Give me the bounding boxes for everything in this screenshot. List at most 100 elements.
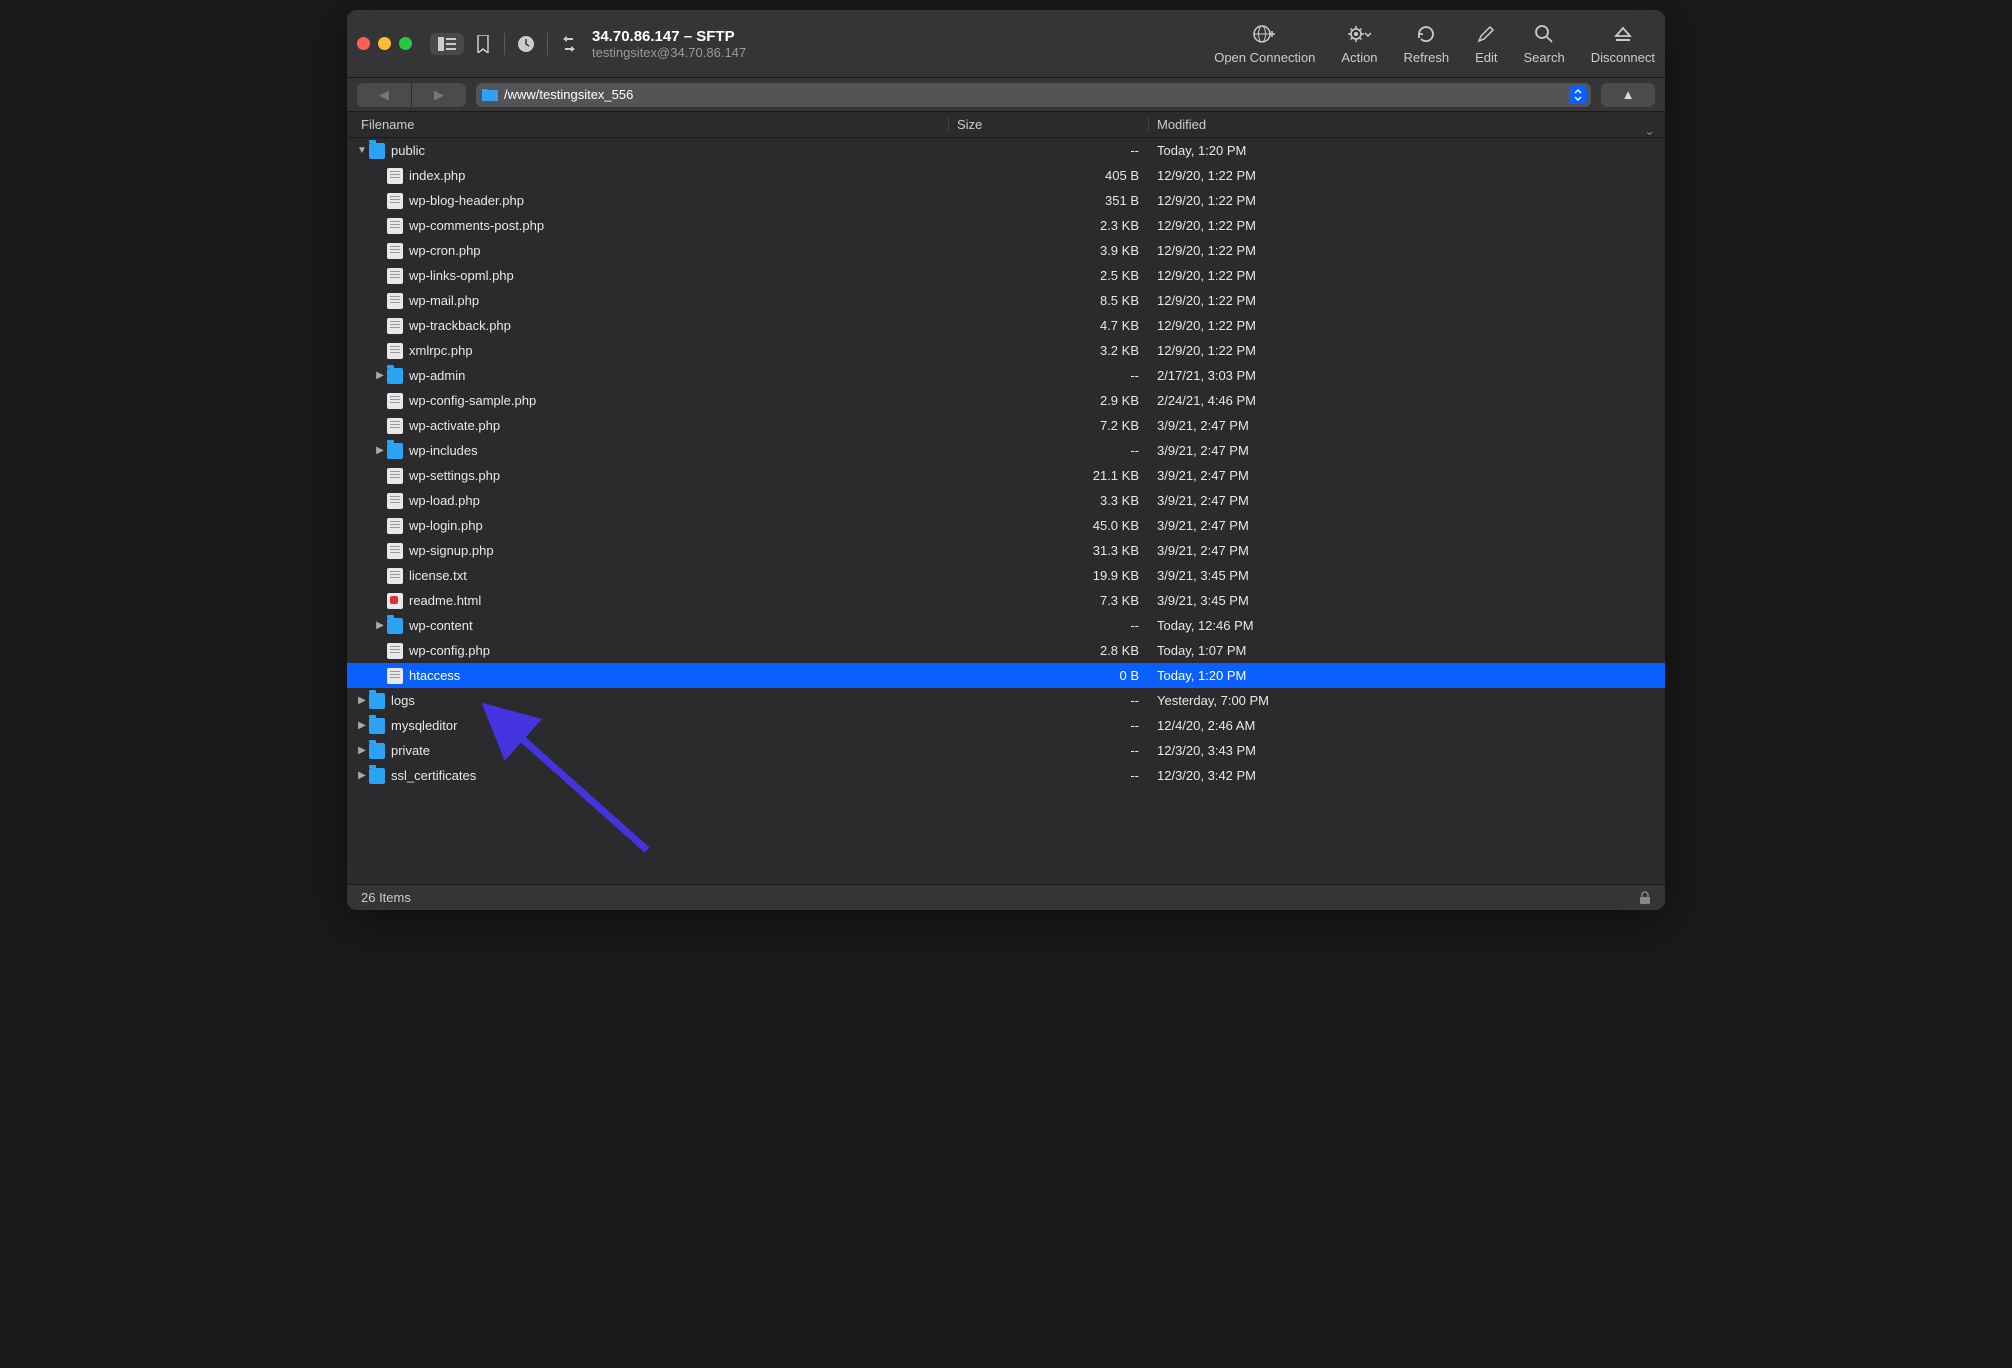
bookmarks-toggle[interactable] bbox=[430, 33, 464, 55]
file-icon bbox=[387, 343, 403, 359]
file-row[interactable]: ▶wp-content--Today, 12:46 PM bbox=[347, 613, 1665, 638]
file-row[interactable]: ▼public--Today, 1:20 PM bbox=[347, 138, 1665, 163]
folder-icon bbox=[369, 693, 385, 709]
file-name: wp-mail.php bbox=[409, 293, 479, 308]
file-list[interactable]: ▼public--Today, 1:20 PMindex.php405 B12/… bbox=[347, 138, 1665, 884]
file-name: xmlrpc.php bbox=[409, 343, 473, 358]
file-modified: 3/9/21, 2:47 PM bbox=[1149, 493, 1665, 508]
disclosure-triangle[interactable]: ▶ bbox=[355, 695, 369, 706]
go-up-button[interactable]: ▲ bbox=[1601, 83, 1655, 107]
toolbar-divider bbox=[504, 33, 505, 55]
file-row[interactable]: wp-blog-header.php351 B12/9/20, 1:22 PM bbox=[347, 188, 1665, 213]
file-row[interactable]: wp-cron.php3.9 KB12/9/20, 1:22 PM bbox=[347, 238, 1665, 263]
file-row[interactable]: wp-signup.php31.3 KB3/9/21, 2:47 PM bbox=[347, 538, 1665, 563]
file-modified: 12/3/20, 3:43 PM bbox=[1149, 743, 1665, 758]
file-row[interactable]: wp-trackback.php4.7 KB12/9/20, 1:22 PM bbox=[347, 313, 1665, 338]
file-size: 3.2 KB bbox=[949, 343, 1149, 358]
file-row[interactable]: wp-mail.php8.5 KB12/9/20, 1:22 PM bbox=[347, 288, 1665, 313]
file-name: wp-includes bbox=[409, 443, 478, 458]
search-button[interactable]: Search bbox=[1523, 22, 1564, 65]
file-row[interactable]: ▶logs--Yesterday, 7:00 PM bbox=[347, 688, 1665, 713]
file-row[interactable]: xmlrpc.php3.2 KB12/9/20, 1:22 PM bbox=[347, 338, 1665, 363]
folder-icon bbox=[482, 89, 498, 101]
window-title: 34.70.86.147 – SFTP bbox=[592, 28, 746, 45]
file-icon bbox=[387, 268, 403, 284]
file-size: -- bbox=[949, 443, 1149, 458]
close-window-button[interactable] bbox=[357, 37, 370, 50]
file-row[interactable]: wp-links-opml.php2.5 KB12/9/20, 1:22 PM bbox=[347, 263, 1665, 288]
disclosure-triangle[interactable]: ▼ bbox=[355, 145, 369, 156]
file-name: wp-signup.php bbox=[409, 543, 494, 558]
disclosure-triangle[interactable]: ▶ bbox=[373, 620, 387, 631]
refresh-button[interactable]: Refresh bbox=[1404, 22, 1450, 65]
file-size: 2.5 KB bbox=[949, 268, 1149, 283]
file-name: license.txt bbox=[409, 568, 467, 583]
path-dropdown-button[interactable] bbox=[1569, 86, 1587, 104]
file-size: -- bbox=[949, 743, 1149, 758]
file-name: private bbox=[391, 743, 430, 758]
action-button[interactable]: Action bbox=[1341, 22, 1377, 65]
column-header-modified[interactable]: Modified ⌄ bbox=[1149, 117, 1665, 132]
file-icon bbox=[387, 293, 403, 309]
file-size: -- bbox=[949, 718, 1149, 733]
open-connection-button[interactable]: Open Connection bbox=[1214, 22, 1315, 65]
lock-icon bbox=[1639, 891, 1651, 905]
file-modified: 12/9/20, 1:22 PM bbox=[1149, 293, 1665, 308]
file-modified: 3/9/21, 2:47 PM bbox=[1149, 468, 1665, 483]
maximize-window-button[interactable] bbox=[399, 37, 412, 50]
title-block: 34.70.86.147 – SFTP testingsitex@34.70.8… bbox=[592, 28, 746, 60]
minimize-window-button[interactable] bbox=[378, 37, 391, 50]
path-field[interactable]: /www/testingsitex_556 bbox=[476, 83, 1591, 107]
file-size: 21.1 KB bbox=[949, 468, 1149, 483]
disclosure-triangle[interactable]: ▶ bbox=[355, 770, 369, 781]
file-row[interactable]: ▶wp-includes--3/9/21, 2:47 PM bbox=[347, 438, 1665, 463]
file-row[interactable]: ▶ private --12/3/20, 3:43 PM bbox=[347, 738, 1665, 763]
file-name: readme.html bbox=[409, 593, 481, 608]
file-row[interactable]: wp-activate.php7.2 KB3/9/21, 2:47 PM bbox=[347, 413, 1665, 438]
file-size: 45.0 KB bbox=[949, 518, 1149, 533]
disclosure-triangle[interactable]: ▶ bbox=[355, 745, 369, 756]
column-header-size[interactable]: Size bbox=[949, 117, 1149, 132]
disclosure-triangle[interactable]: ▶ bbox=[373, 370, 387, 381]
disclosure-triangle[interactable]: ▶ bbox=[355, 720, 369, 731]
file-row[interactable]: wp-login.php45.0 KB3/9/21, 2:47 PM bbox=[347, 513, 1665, 538]
file-size: 3.9 KB bbox=[949, 243, 1149, 258]
edit-button[interactable]: Edit bbox=[1475, 22, 1497, 65]
disconnect-button[interactable]: Disconnect bbox=[1591, 22, 1655, 65]
file-modified: Today, 12:46 PM bbox=[1149, 618, 1665, 633]
file-name: mysqleditor bbox=[391, 718, 457, 733]
bookmark-icon[interactable] bbox=[470, 31, 496, 57]
file-row[interactable]: wp-settings.php21.1 KB3/9/21, 2:47 PM bbox=[347, 463, 1665, 488]
folder-icon bbox=[387, 443, 403, 459]
file-size: 7.3 KB bbox=[949, 593, 1149, 608]
file-row[interactable]: index.php405 B12/9/20, 1:22 PM bbox=[347, 163, 1665, 188]
file-row[interactable]: wp-comments-post.php2.3 KB12/9/20, 1:22 … bbox=[347, 213, 1665, 238]
history-icon[interactable] bbox=[513, 31, 539, 57]
file-row[interactable]: ▶ssl_certificates--12/3/20, 3:42 PM bbox=[347, 763, 1665, 788]
file-modified: Yesterday, 7:00 PM bbox=[1149, 693, 1665, 708]
nav-row: ◀ ▶ /www/testingsitex_556 ▲ bbox=[347, 78, 1665, 112]
file-row[interactable]: wp-config-sample.php2.9 KB2/24/21, 4:46 … bbox=[347, 388, 1665, 413]
file-icon bbox=[387, 243, 403, 259]
nav-forward-button[interactable]: ▶ bbox=[412, 83, 466, 107]
transfer-icon[interactable] bbox=[556, 31, 582, 57]
file-modified: 3/9/21, 2:47 PM bbox=[1149, 518, 1665, 533]
file-row[interactable]: readme.html7.3 KB3/9/21, 3:45 PM bbox=[347, 588, 1665, 613]
toolbar-label: Open Connection bbox=[1214, 50, 1315, 65]
file-modified: 12/9/20, 1:22 PM bbox=[1149, 268, 1665, 283]
globe-plus-icon bbox=[1253, 22, 1277, 46]
file-row[interactable]: ▶wp-admin--2/17/21, 3:03 PM bbox=[347, 363, 1665, 388]
nav-back-button[interactable]: ◀ bbox=[357, 83, 411, 107]
file-row[interactable]: htaccess0 BToday, 1:20 PM bbox=[347, 663, 1665, 688]
file-icon bbox=[387, 493, 403, 509]
file-icon bbox=[387, 468, 403, 484]
column-header-filename[interactable]: Filename bbox=[347, 117, 949, 132]
file-size: 19.9 KB bbox=[949, 568, 1149, 583]
file-row[interactable]: ▶mysqleditor--12/4/20, 2:46 AM bbox=[347, 713, 1665, 738]
file-row[interactable]: wp-load.php3.3 KB3/9/21, 2:47 PM bbox=[347, 488, 1665, 513]
file-size: 0 B bbox=[949, 668, 1149, 683]
file-row[interactable]: license.txt19.9 KB3/9/21, 3:45 PM bbox=[347, 563, 1665, 588]
file-row[interactable]: wp-config.php2.8 KBToday, 1:07 PM bbox=[347, 638, 1665, 663]
disclosure-triangle[interactable]: ▶ bbox=[373, 445, 387, 456]
nav-back-forward: ◀ ▶ bbox=[357, 83, 466, 107]
